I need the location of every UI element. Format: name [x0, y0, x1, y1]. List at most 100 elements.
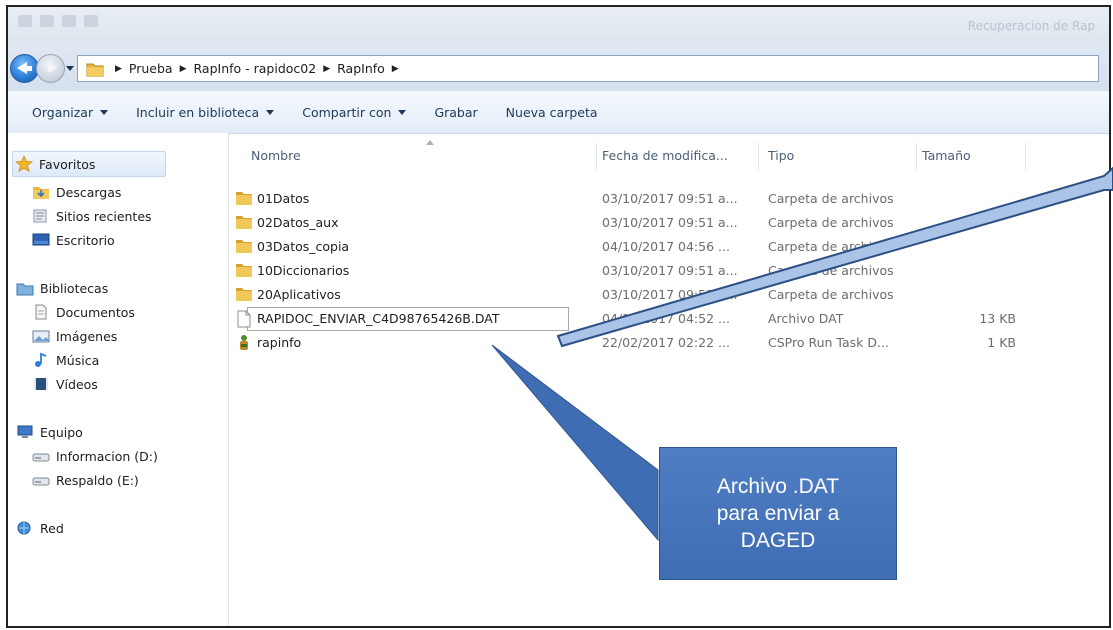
window-title: Recuperacion de Rap [967, 19, 1095, 33]
sidebar-item-drive-d[interactable]: Informacion (D:) [32, 448, 158, 464]
sidebar-item-label: Música [56, 352, 100, 368]
images-icon [32, 330, 50, 343]
undo-icon[interactable] [62, 15, 76, 27]
folder-icon [236, 192, 252, 205]
column-divider[interactable] [1025, 143, 1026, 171]
star-icon [15, 155, 33, 172]
file-size: 1 KB [987, 335, 1016, 350]
file-name: 02Datos_aux [257, 215, 339, 230]
table-row[interactable]: 03Datos_copia 04/10/2017 04:56 ... Carpe… [229, 235, 1109, 258]
breadcrumb-separator-icon[interactable]: ▶ [323, 64, 330, 74]
libraries-icon [16, 283, 34, 296]
sidebar-item-images[interactable]: Imágenes [32, 328, 117, 344]
table-row[interactable]: 10Diccionarios 03/10/2017 09:51 a... Car… [229, 259, 1109, 282]
folder-icon [236, 288, 252, 301]
breadcrumb-item[interactable]: RapInfo - rapidoc02 [194, 61, 317, 76]
document-icon [237, 310, 251, 328]
sidebar-item-label: Bibliotecas [40, 280, 109, 296]
share-with-button[interactable]: Compartir con [302, 105, 407, 120]
sort-ascending-icon [426, 140, 434, 145]
new-folder-icon[interactable] [40, 15, 54, 27]
file-name: rapinfo [257, 335, 302, 350]
sidebar-item-music[interactable]: Música [32, 352, 99, 368]
sidebar-item-label: Documentos [56, 304, 135, 320]
downloads-folder-icon [33, 187, 49, 199]
sidebar-item-videos[interactable]: Vídeos [32, 376, 98, 392]
file-name: RAPIDOC_ENVIAR_C4D98765426B.DAT [257, 311, 500, 326]
column-divider[interactable] [596, 143, 597, 171]
sidebar-item-label: Vídeos [56, 376, 98, 392]
column-header-label: Nombre [251, 147, 301, 163]
column-header-size[interactable]: Tamaño [922, 137, 1022, 173]
command-bar: Organizar Incluir en biblioteca Comparti… [8, 91, 1109, 134]
back-button[interactable] [10, 54, 39, 83]
folder-icon [236, 264, 252, 277]
sidebar-item-favorites[interactable]: Favoritos [12, 151, 166, 177]
organize-button[interactable]: Organizar [32, 104, 109, 120]
chevron-down-icon [266, 109, 275, 115]
folder-icon [236, 216, 252, 229]
table-row[interactable]: 20Aplicativos 03/10/2017 09:51 a... Carp… [229, 283, 1109, 306]
sidebar-item-label: Imágenes [56, 328, 118, 344]
callout-line: DAGED [740, 529, 816, 552]
sidebar-item-downloads[interactable]: Descargas [32, 184, 121, 200]
file-date: 03/10/2017 09:51 a... [602, 263, 738, 278]
sidebar-item-libraries[interactable]: Bibliotecas [16, 280, 108, 296]
hard-drive-icon [32, 453, 50, 462]
chevron-down-icon [398, 109, 407, 115]
forward-button[interactable] [36, 54, 65, 83]
sidebar-item-desktop[interactable]: Escritorio [32, 232, 115, 248]
table-row[interactable]: 02Datos_aux 03/10/2017 09:51 a... Carpet… [229, 211, 1109, 234]
properties-icon[interactable] [18, 15, 32, 27]
file-name: 01Datos [257, 191, 310, 206]
burn-button[interactable]: Grabar [434, 105, 477, 120]
callout-line: Archivo .DAT [716, 475, 840, 498]
file-name: 10Diccionarios [257, 263, 350, 278]
file-type: CSPro Run Task D... [768, 335, 889, 350]
burn-label: Grabar [434, 104, 478, 120]
sidebar-item-label: Favoritos [39, 156, 96, 172]
table-row[interactable]: 01Datos 03/10/2017 09:51 a... Carpeta de… [229, 187, 1109, 210]
videos-icon [34, 378, 48, 390]
column-header-label: Tamaño [922, 147, 971, 163]
file-date: 03/10/2017 09:51 a... [602, 215, 738, 230]
column-divider[interactable] [916, 143, 917, 171]
table-row[interactable]: rapinfo 22/02/2017 02:22 ... CSPro Run T… [229, 331, 1109, 354]
file-date: 22/02/2017 02:22 ... [602, 335, 730, 350]
column-header-type[interactable]: Tipo [768, 137, 908, 173]
navigation-bar: ▶ Prueba ▶ RapInfo - rapidoc02 ▶ RapInfo… [8, 44, 1109, 91]
breadcrumb-separator-icon[interactable]: ▶ [115, 64, 122, 74]
sidebar-item-recent[interactable]: Sitios recientes [32, 208, 152, 224]
redo-icon[interactable] [84, 15, 98, 27]
sidebar-item-documents[interactable]: Documentos [32, 304, 135, 320]
sidebar-item-label: Informacion (D:) [56, 448, 158, 464]
recent-pages-dropdown[interactable] [66, 66, 74, 71]
file-type: Archivo DAT [768, 311, 844, 326]
new-folder-button[interactable]: Nueva carpeta [506, 105, 598, 120]
sidebar-item-computer[interactable]: Equipo [16, 424, 83, 440]
explorer-window: Recuperacion de Rap ▶ Prueba ▶ RapInfo -… [6, 5, 1111, 628]
breadcrumb-item[interactable]: RapInfo [337, 61, 385, 76]
breadcrumb-item[interactable]: Prueba [129, 61, 173, 76]
sidebar-item-drive-e[interactable]: Respaldo (E:) [32, 472, 139, 488]
column-divider[interactable] [758, 143, 759, 171]
file-size: 13 KB [979, 311, 1016, 326]
title-bar: Recuperacion de Rap [8, 7, 1109, 44]
sidebar-item-label: Sitios recientes [56, 208, 152, 224]
file-date: 03/10/2017 09:51 a... [602, 287, 738, 302]
address-bar[interactable]: ▶ Prueba ▶ RapInfo - rapidoc02 ▶ RapInfo… [77, 55, 1099, 82]
breadcrumb-separator-icon[interactable]: ▶ [392, 64, 399, 74]
file-name: 20Aplicativos [257, 287, 341, 302]
file-type: Carpeta de archivos [768, 263, 894, 278]
sidebar-item-network[interactable]: Red [16, 520, 64, 536]
table-row[interactable]: RAPIDOC_ENVIAR_C4D98765426B.DAT 04/10/20… [229, 307, 1109, 331]
column-header-label: Tipo [768, 147, 795, 163]
organize-label: Organizar [32, 104, 94, 120]
column-header-name[interactable]: Nombre [251, 137, 591, 173]
file-type: Carpeta de archivos [768, 287, 894, 302]
include-library-button[interactable]: Incluir en biblioteca [136, 105, 275, 120]
column-header-date[interactable]: Fecha de modifica... [602, 137, 752, 173]
breadcrumb-separator-icon[interactable]: ▶ [180, 64, 187, 74]
folder-icon [236, 240, 252, 253]
computer-icon [17, 425, 33, 438]
